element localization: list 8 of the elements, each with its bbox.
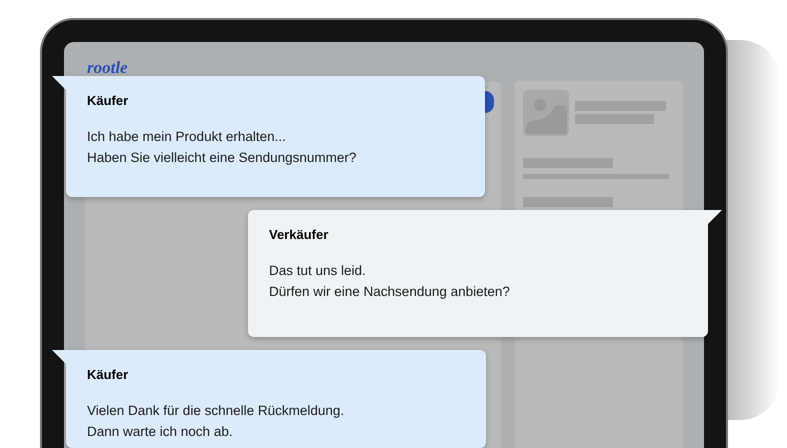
sender-name: Käufer [87, 93, 130, 109]
message-text: Vielen Dank für die schnelle Rückmeldung. Dann warte ich noch ab. [87, 402, 346, 441]
message-text: Das tut uns leid. Dürfen wir eine Nachsendung anbieten? [269, 262, 511, 301]
sender-name: Verkäufer [269, 227, 330, 243]
message-text: Ich habe mein Produkt erhalten... Haben Sie vielleicht eine Sendungsnummer? [87, 128, 358, 167]
logo: rootle [87, 57, 128, 79]
image-placeholder-icon [523, 90, 569, 136]
sender-name: Käufer [87, 367, 130, 383]
